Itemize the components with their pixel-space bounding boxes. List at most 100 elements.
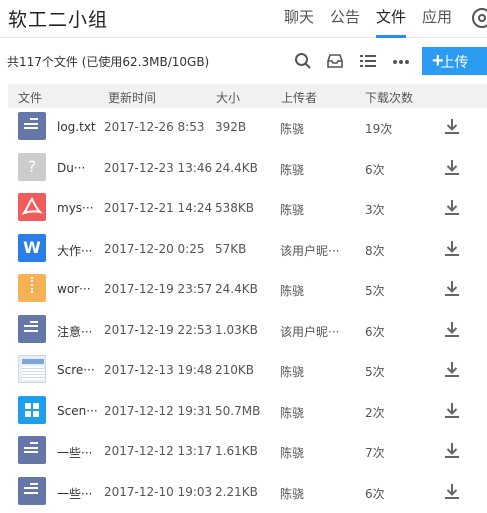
file-name[interactable]: log.txt: [57, 120, 96, 134]
text-file-icon: [18, 315, 46, 343]
file-name[interactable]: Scre···: [57, 363, 95, 377]
file-download-count: 2次: [365, 404, 385, 421]
file-size: 24.4KB: [215, 161, 258, 175]
file-uploader: 陈骁: [280, 282, 304, 299]
download-icon[interactable]: [444, 240, 460, 256]
download-icon[interactable]: [444, 442, 460, 458]
column-downloads[interactable]: 下载次数: [365, 89, 413, 106]
file-row[interactable]: Scre··· 2017-12-13 19:48210KB 陈骁 5次: [0, 351, 487, 392]
group-name: 软工二小组: [8, 5, 108, 32]
inbox-icon[interactable]: [326, 52, 344, 70]
file-row[interactable]: Scen··· 2017-12-12 19:3150.7MB 陈骁 2次: [0, 392, 487, 433]
file-name[interactable]: Scen···: [57, 404, 98, 418]
search-icon[interactable]: [294, 52, 312, 70]
upload-label: 上传: [441, 54, 469, 70]
pdf-file-icon: [18, 193, 46, 221]
file-name[interactable]: wor···: [57, 282, 91, 296]
file-uploader: 陈骁: [280, 485, 304, 502]
file-updated-time: 2017-12-12 13:17: [104, 444, 212, 458]
file-size: 24.4KB: [215, 282, 258, 296]
file-download-count: 8次: [365, 242, 385, 259]
file-name[interactable]: 一些···: [57, 444, 92, 461]
download-icon[interactable]: [444, 199, 460, 215]
file-row[interactable]: W 大作··· 2017-12-20 0:25 57KB 该用户昵··· 8次: [0, 230, 487, 271]
file-size: 50.7MB: [215, 404, 260, 418]
download-icon[interactable]: [444, 402, 460, 418]
file-name[interactable]: mys···: [57, 201, 94, 215]
zip-file-icon: [18, 274, 46, 302]
group-header: 软工二小组 聊天 公告 文件 应用: [0, 0, 487, 38]
tab-bar: 聊天 公告 文件 应用: [284, 0, 468, 38]
file-updated-time: 2017-12-13 19:48: [104, 363, 212, 377]
file-size: 1.03KB: [215, 323, 258, 337]
column-updated[interactable]: 更新时间: [108, 89, 156, 106]
download-icon[interactable]: [444, 280, 460, 296]
file-updated-time: 2017-12-20 0:25: [104, 242, 205, 256]
file-size: 57KB: [215, 242, 246, 256]
text-file-icon: [18, 436, 46, 464]
screenshot-file-icon: [18, 355, 46, 383]
file-download-count: 7次: [365, 444, 385, 461]
file-download-count: 5次: [365, 282, 385, 299]
list-view-icon[interactable]: [359, 52, 377, 70]
word-file-icon: W: [18, 234, 46, 262]
tab-files[interactable]: 文件: [376, 0, 406, 38]
text-file-icon: [18, 477, 46, 505]
file-row[interactable]: mys··· 2017-12-21 14:24538KB 陈骁 3次: [0, 189, 487, 230]
windows-file-icon: [18, 396, 46, 424]
download-icon[interactable]: [444, 118, 460, 134]
file-name[interactable]: 大作···: [57, 242, 92, 259]
file-uploader: 陈骁: [280, 444, 304, 461]
file-updated-time: 2017-12-23 13:46: [104, 161, 212, 175]
file-row[interactable]: log.txt2017-12-26 8:53392B陈骁19次: [0, 108, 487, 149]
file-download-count: 6次: [365, 161, 385, 178]
unknown-file-icon: ?: [18, 153, 46, 181]
file-row[interactable]: ? Du··· 2017-12-23 13:4624.4KB 陈骁 6次: [0, 149, 487, 190]
file-download-count: 5次: [365, 363, 385, 380]
file-name[interactable]: Du···: [57, 161, 85, 175]
file-name[interactable]: 注意···: [57, 323, 92, 340]
plus-icon: +: [432, 47, 444, 75]
file-updated-time: 2017-12-26 8:53: [104, 120, 205, 134]
file-updated-time: 2017-12-12 19:31: [104, 404, 212, 418]
file-uploader: 陈骁: [280, 404, 304, 421]
file-uploader: 陈骁: [280, 120, 304, 137]
column-file[interactable]: 文件: [18, 89, 42, 106]
column-header: 文件 更新时间 大小 上传者 下载次数: [8, 84, 487, 108]
download-icon[interactable]: [444, 361, 460, 377]
file-uploader: 陈骁: [280, 201, 304, 218]
settings-gear-icon[interactable]: [472, 8, 487, 28]
file-row[interactable]: 一些···2017-12-10 19:032.21KB陈骁6次: [0, 473, 487, 513]
download-icon[interactable]: [444, 321, 460, 337]
file-size: 210KB: [215, 363, 254, 377]
more-icon[interactable]: [392, 52, 410, 70]
file-uploader: 陈骁: [280, 363, 304, 380]
file-download-count: 3次: [365, 201, 385, 218]
file-updated-time: 2017-12-19 23:57: [104, 282, 212, 296]
column-size[interactable]: 大小: [216, 89, 240, 106]
file-uploader: 该用户昵···: [280, 242, 339, 259]
text-file-icon: [18, 112, 46, 140]
file-row[interactable]: wor··· 2017-12-19 23:5724.4KB 陈骁 5次: [0, 270, 487, 311]
file-row[interactable]: 注意··· 2017-12-19 22:531.03KB 该用户昵··· 6次: [0, 311, 487, 352]
file-download-count: 6次: [365, 323, 385, 340]
column-uploader[interactable]: 上传者: [281, 89, 317, 106]
tab-announcement[interactable]: 公告: [330, 0, 360, 38]
file-row[interactable]: 一些··· 2017-12-12 13:171.61KB 陈骁 7次: [0, 432, 487, 473]
file-updated-time: 2017-12-21 14:24: [104, 201, 212, 215]
file-size: 538KB: [215, 201, 254, 215]
upload-button[interactable]: + 上传: [422, 47, 487, 75]
file-toolbar: 共117个文件 (已使用62.3MB/10GB) + 上传: [0, 38, 487, 84]
file-size: 1.61KB: [215, 444, 258, 458]
tab-chat[interactable]: 聊天: [284, 0, 314, 38]
file-download-count: 6次: [365, 485, 385, 502]
file-uploader: 该用户昵···: [280, 323, 339, 340]
download-icon[interactable]: [444, 159, 460, 175]
file-list: log.txt2017-12-26 8:53392B陈骁19次?Du···201…: [0, 108, 487, 513]
file-summary: 共117个文件 (已使用62.3MB/10GB): [7, 53, 209, 70]
tab-apps[interactable]: 应用: [422, 0, 452, 38]
download-icon[interactable]: [444, 483, 460, 499]
file-updated-time: 2017-12-19 22:53: [104, 323, 212, 337]
file-uploader: 陈骁: [280, 161, 304, 178]
file-name[interactable]: 一些···: [57, 485, 92, 502]
